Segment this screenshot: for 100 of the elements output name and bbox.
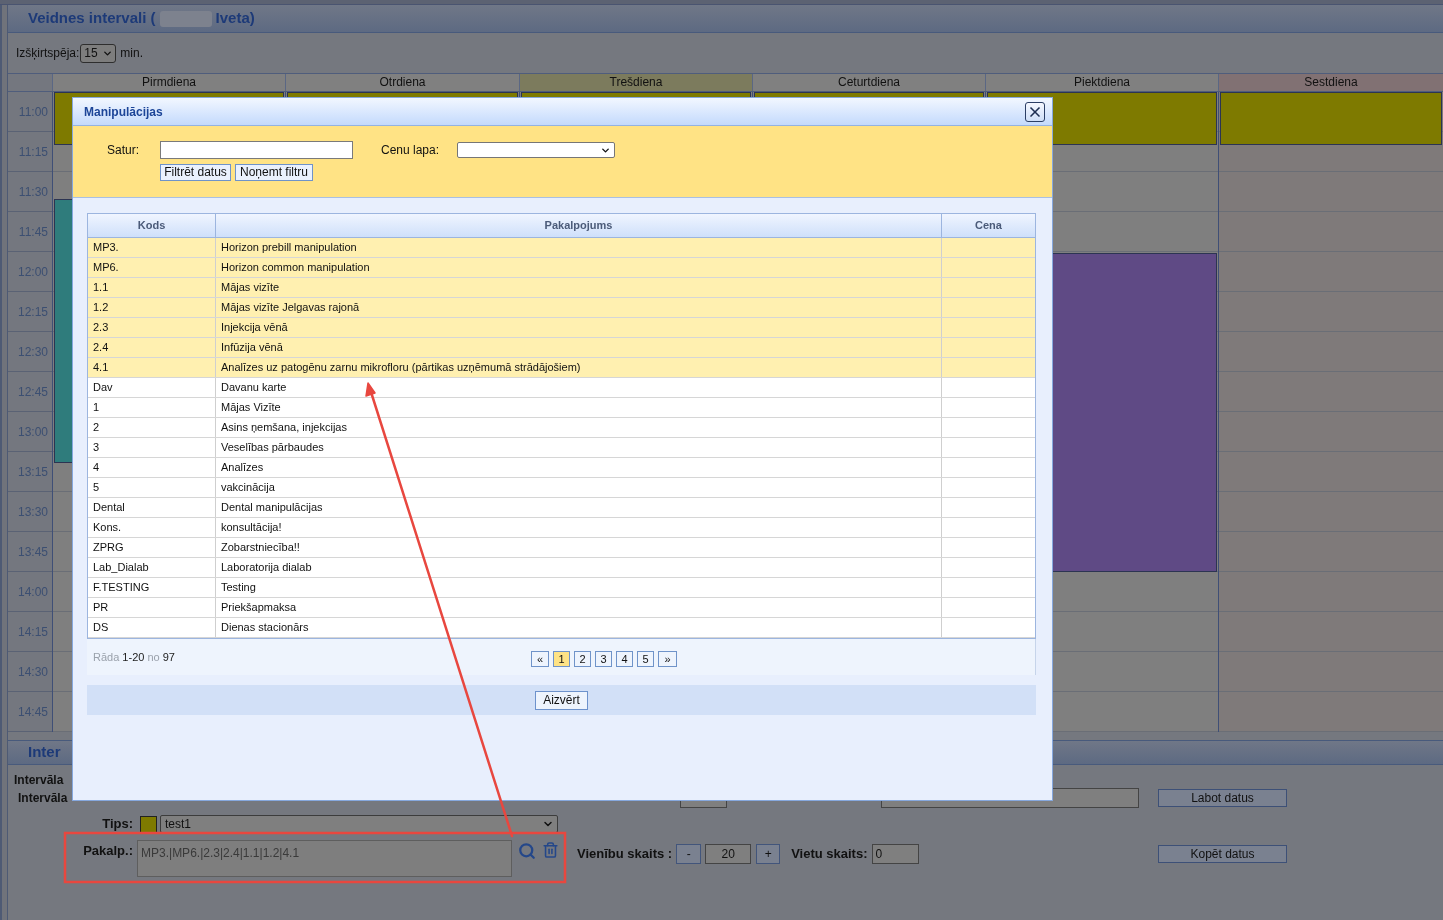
record-count: Rāda 1-20 no 97	[93, 649, 175, 665]
day-header: Piektdiena	[985, 74, 1218, 91]
page-button[interactable]: 4	[616, 650, 633, 667]
units-field[interactable]: 20	[705, 844, 752, 864]
table-cell-text: Dental manipulācijas	[221, 500, 323, 516]
table-cell-text: 2	[93, 420, 100, 436]
decrement-button[interactable]: -	[676, 844, 702, 864]
price-list-select[interactable]	[457, 142, 615, 158]
table-row[interactable]: 5 vakcinācija	[88, 478, 1035, 498]
resolution-select[interactable]: 15	[80, 43, 117, 63]
table-row[interactable]: PR Priekšapmaksa	[88, 598, 1035, 618]
table-row[interactable]: Lab_Dialab Laboratorija dialab	[88, 558, 1035, 578]
field-label: Tips:	[102, 815, 133, 834]
resolution-label: Izšķirtspēja:	[16, 45, 80, 62]
section-title: Inter	[28, 742, 61, 763]
table-row[interactable]: MP6. Horizon common manipulation	[88, 258, 1035, 278]
close-button[interactable]	[1025, 101, 1045, 122]
table-cell-text: Dienas stacionārs	[221, 620, 309, 636]
table-cell-text: Mājas Vizīte	[221, 400, 281, 416]
table-cell-text: Infūzija vēnā	[221, 340, 283, 356]
content-input[interactable]	[160, 141, 353, 159]
table-row[interactable]: 3 Veselības pārbaudes	[88, 438, 1035, 458]
close-dialog-button[interactable]: Aizvērt	[535, 690, 588, 710]
table-cell-text: Davanu karte	[221, 380, 287, 396]
field-label: Pakalp.:	[83, 842, 133, 860]
table-cell-text: Dav	[93, 380, 113, 396]
table-cell-text: 4	[93, 460, 100, 476]
table-row[interactable]: 2 Asins ņemšana, injekcijas	[88, 418, 1035, 438]
column-header[interactable]: Cena	[941, 214, 1035, 237]
table-cell-text: 5	[93, 480, 100, 496]
table-cell-text: konsultācija!	[221, 520, 282, 536]
column-header[interactable]: Pakalpojums	[215, 214, 941, 237]
table-row[interactable]: Dav Davanu karte	[88, 378, 1035, 398]
filter-button[interactable]: Noņemt filtru	[235, 164, 313, 181]
table-cell-text: Testing	[221, 580, 256, 596]
table-row[interactable]: 4.1 Analīzes uz patogēnu zarnu mikrofloru (pārtikas uzņēmumā strādājošiem)	[88, 358, 1035, 378]
table-cell-text: DS	[93, 620, 109, 636]
day-header: Ceturtdiena	[752, 74, 985, 91]
increment-button[interactable]: +	[756, 844, 781, 864]
filter-label: Satur:	[107, 142, 140, 159]
table-cell-text: 4.1	[93, 360, 109, 376]
table-cell-text: Analīzes	[221, 460, 264, 476]
table-cell-text: 1.1	[93, 280, 109, 296]
table-row[interactable]: DS Dienas stacionārs	[88, 618, 1035, 638]
column-header[interactable]: Kods	[88, 214, 215, 237]
copy-button[interactable]: Kopēt datus	[1158, 845, 1287, 863]
resolution-unit: min.	[120, 45, 144, 62]
table-cell-text: Injekcija vēnā	[221, 320, 288, 336]
page-title: Iveta)	[215, 8, 255, 29]
filter-button[interactable]: Filtrēt datus	[160, 164, 231, 181]
table-cell-text: 1	[93, 400, 100, 416]
table-cell-text: Horizon prebill manipulation	[221, 240, 357, 256]
day-header: Trešdiena	[519, 74, 752, 91]
type-select[interactable]: test1	[160, 815, 558, 833]
table-row[interactable]: F.TESTING Testing	[88, 578, 1035, 598]
table-cell-text: 2.4	[93, 340, 109, 356]
table-cell-text: 1.2	[93, 300, 109, 316]
table-row[interactable]: 1.2 Mājas vizīte Jelgavas rajonā	[88, 298, 1035, 318]
table-cell-text: MP6.	[93, 260, 119, 276]
table-cell-text: Asins ņemšana, injekcijas	[221, 420, 347, 436]
filter-label: Cenu lapa:	[381, 142, 441, 159]
page-button[interactable]: 2	[574, 650, 591, 667]
table-row[interactable]: 2.3 Injekcija vēnā	[88, 318, 1035, 338]
page-button[interactable]: 3	[595, 650, 612, 667]
table-row[interactable]: MP3. Horizon prebill manipulation	[88, 238, 1035, 258]
table-cell-text: Mājas vizīte Jelgavas rajonā	[221, 300, 360, 316]
day-header: Sestdiena	[1218, 74, 1443, 91]
table-row[interactable]: 1.1 Mājas vizīte	[88, 278, 1035, 298]
table-cell-text: ZPRG	[93, 540, 124, 556]
edit-button[interactable]: Labot datus	[1158, 789, 1287, 807]
table-cell-text: vakcinācija	[221, 480, 275, 496]
field-label: Intervāla	[14, 772, 64, 789]
table-row[interactable]: ZPRG Zobarstniecība!!	[88, 538, 1035, 558]
table-cell-text: Laboratorija dialab	[221, 560, 312, 576]
table-cell-text: Zobarstniecība!!	[221, 540, 300, 556]
field-label: Vietu skaits:	[791, 845, 868, 864]
page-title: Veidnes intervali (	[28, 8, 156, 29]
previous-page-button[interactable]: «	[531, 650, 549, 667]
page-button[interactable]: 5	[637, 650, 654, 667]
next-page-button[interactable]: »	[658, 650, 677, 667]
table-cell-text: Priekšapmaksa	[221, 600, 297, 616]
table-row[interactable]: 1 Mājas Vizīte	[88, 398, 1035, 418]
dialog-title: Manipulācijas	[84, 103, 163, 121]
day-header: Pirmdiena	[52, 74, 285, 91]
table-cell-text: Dental	[93, 500, 125, 516]
table-row[interactable]: Kons. konsultācija!	[88, 518, 1035, 538]
table-cell-text: F.TESTING	[93, 580, 150, 596]
day-header: Otrdiena	[285, 74, 519, 91]
table-cell-text: 2.3	[93, 320, 109, 336]
table-cell-text: Analīzes uz patogēnu zarnu mikrofloru (pārtikas uzņēmumā strādājošiem)	[221, 360, 581, 376]
table-row[interactable]: 4 Analīzes	[88, 458, 1035, 478]
page-button[interactable]: 1	[553, 650, 570, 667]
field-label: Vienību skaits :	[577, 845, 673, 864]
table-row[interactable]: 2.4 Infūzija vēnā	[88, 338, 1035, 358]
table-row[interactable]: Dental Dental manipulācijas	[88, 498, 1035, 518]
table-cell-text: Kons.	[93, 520, 122, 536]
places-field[interactable]: 0	[871, 844, 919, 864]
table-cell-text: PR	[93, 600, 109, 616]
table-cell-text: Horizon common manipulation	[221, 260, 370, 276]
table-cell-text: Veselības pārbaudes	[221, 440, 324, 456]
